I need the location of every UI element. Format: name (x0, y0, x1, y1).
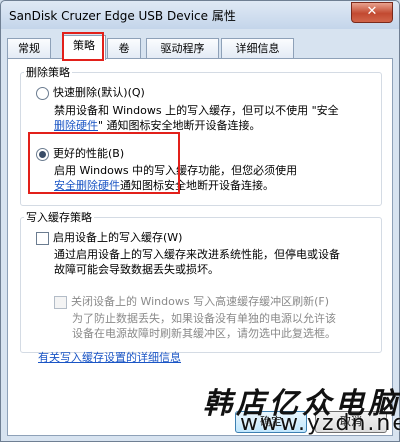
tab-details[interactable]: 详细信息 (221, 38, 294, 58)
quick-removal-radio[interactable]: 快速删除(默认)(Q) (36, 84, 145, 100)
option-highlight-box (28, 132, 180, 194)
enable-write-cache-description: 通过启用设备上的写入缓存来改进系统性能，但停电或设备 故障可能会导致数据丢失或损… (54, 248, 340, 276)
write-cache-details-link[interactable]: 有关写入缓存设置的详细信息 (38, 349, 181, 365)
quick-removal-description: 禁用设备和 Windows 上的写入缓存，但可以不使用 "安全 删除硬件" 通知… (54, 104, 339, 132)
checkbox-disabled-icon (54, 295, 67, 309)
turn-off-flush-description: 为了防止数据丢失，如果设备没有单独的电源以允许该 设备在电源故障时刷新其缓冲区，… (72, 312, 336, 340)
write-cache-policy-legend: 写入缓存策略 (26, 211, 92, 224)
watermark-url: www.yzdn.net (240, 411, 400, 436)
turn-off-flush-checkbox[interactable]: 关闭设备上的 Windows 写入高速缓存缓冲区刷新(F) (54, 293, 329, 309)
quick-removal-label: 快速删除(默认)(Q) (53, 86, 145, 99)
tab-general[interactable]: 常规 (7, 38, 51, 58)
close-icon: ✕ (366, 4, 378, 19)
properties-dialog: SanDisk Cruzer Edge USB Device 属性 ✕ 常规 策… (0, 0, 400, 442)
radio-button-icon (36, 86, 49, 100)
title-bar: SanDisk Cruzer Edge USB Device 属性 ✕ (1, 1, 399, 29)
close-button[interactable]: ✕ (351, 2, 393, 23)
checkbox-icon (36, 231, 49, 245)
tab-volumes[interactable]: 卷 (107, 38, 141, 58)
removal-policy-legend: 删除策略 (26, 66, 70, 79)
enable-write-cache-label: 启用设备上的写入缓存(W) (53, 231, 183, 244)
turn-off-flush-label: 关闭设备上的 Windows 写入高速缓存缓冲区刷新(F) (71, 295, 330, 308)
safe-removal-link-1[interactable]: 删除硬件 (54, 119, 98, 132)
enable-write-cache-checkbox[interactable]: 启用设备上的写入缓存(W) (36, 229, 182, 245)
window-title: SanDisk Cruzer Edge USB Device 属性 (9, 9, 236, 23)
tab-highlight-box (62, 32, 104, 61)
tab-driver[interactable]: 驱动程序 (146, 38, 219, 58)
